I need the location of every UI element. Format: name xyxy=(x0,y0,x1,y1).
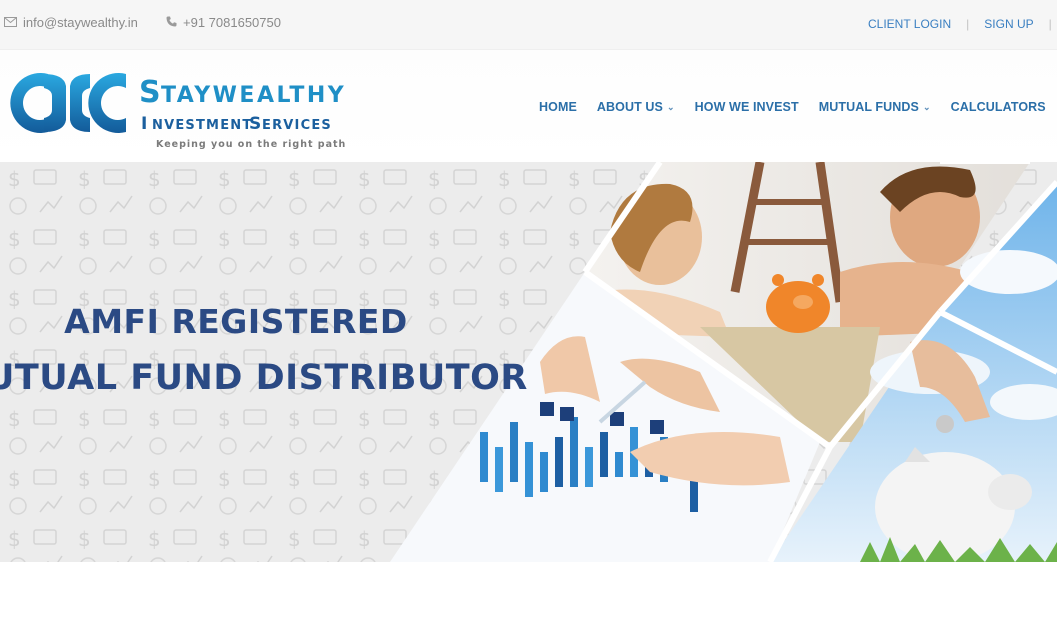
nav-label: HOW WE INVEST xyxy=(694,100,799,114)
nav-label: ABOUT US xyxy=(596,100,663,114)
divider: | xyxy=(966,17,970,31)
svg-text:TAYWEALTHY: TAYWEALTHY xyxy=(161,83,346,108)
nav-about-us[interactable]: ABOUT US ⌄ xyxy=(597,100,675,114)
svg-text:ERVICES: ERVICES xyxy=(262,118,332,133)
phone-contact[interactable]: +91 7081650750 xyxy=(166,15,281,30)
nav-calculators[interactable]: CALCULATORS xyxy=(951,100,1046,114)
page-content-area xyxy=(0,562,1057,620)
envelope-icon xyxy=(4,16,17,30)
nav-mutual-funds[interactable]: MUTUAL FUNDS ⌄ xyxy=(819,100,931,114)
nav-label: HOME xyxy=(539,100,577,114)
divider: | xyxy=(1048,17,1052,31)
svg-text:S: S xyxy=(139,75,163,110)
chevron-down-icon: ⌄ xyxy=(923,101,931,112)
phone-text[interactable]: +91 7081650750 xyxy=(183,15,281,30)
top-links: CLIENT LOGIN | SIGN UP | CO xyxy=(868,17,1057,31)
svg-text:NVESTMENT: NVESTMENT xyxy=(152,118,252,133)
svg-text:I: I xyxy=(141,114,148,134)
nav-label: CALCULATORS xyxy=(950,100,1046,114)
nav-how-we-invest[interactable]: HOW WE INVEST xyxy=(695,100,799,114)
email-contact[interactable]: info@staywealthy.in xyxy=(4,15,138,30)
svg-text:Keeping you on the right path: Keeping you on the right path xyxy=(156,139,346,150)
email-text[interactable]: info@staywealthy.in xyxy=(23,15,138,30)
hero-headline-line1: AMFI REGISTERED xyxy=(64,302,408,341)
chevron-down-icon: ⌄ xyxy=(666,101,675,112)
nav-home[interactable]: HOME xyxy=(539,100,577,114)
main-navigation: HOME ABOUT US ⌄ HOW WE INVEST MUTUAL FUND… xyxy=(539,100,1057,114)
site-header: S TAYWEALTHY I NVESTMENT S ERVICES Keepi… xyxy=(0,50,1057,162)
client-login-link[interactable]: CLIENT LOGIN xyxy=(868,17,951,31)
phone-icon xyxy=(166,16,177,30)
nav-label: MUTUAL FUNDS xyxy=(818,100,919,114)
top-contact-bar: info@staywealthy.in +91 7081650750 CLIEN… xyxy=(0,0,1057,50)
sign-up-link[interactable]: SIGN UP xyxy=(984,17,1033,31)
hero-headline-line2: UTUAL FUND DISTRIBUTOR xyxy=(0,358,528,398)
svg-text:S: S xyxy=(249,114,262,134)
logo[interactable]: S TAYWEALTHY I NVESTMENT S ERVICES Keepi… xyxy=(4,66,354,152)
hero-banner[interactable]: $ xyxy=(0,162,1057,562)
